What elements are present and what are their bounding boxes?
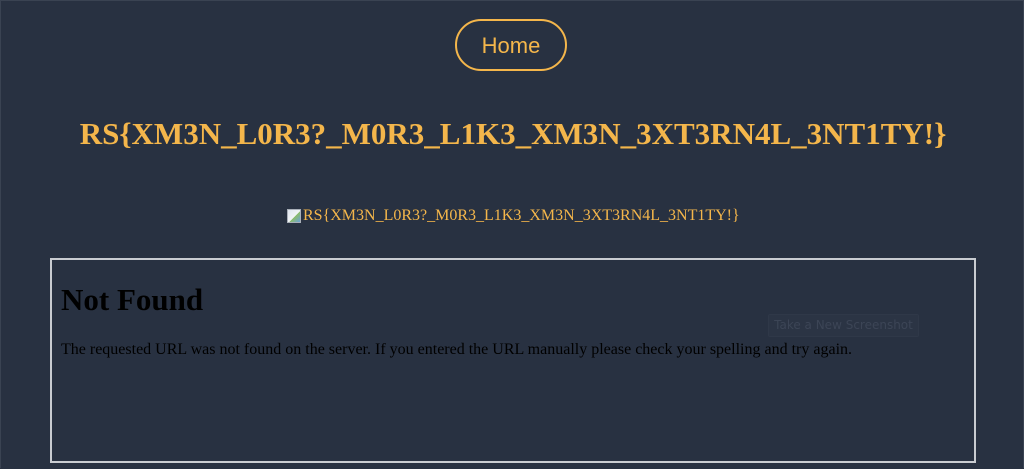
flag-title: RS{XM3N_L0R3?_M0R3_L1K3_XM3N_3XT3RN4L_3N…	[79, 116, 947, 151]
broken-image-icon	[287, 209, 301, 223]
page: Home RS{XM3N_L0R3?_M0R3_L1K3_XM3N_3XT3RN…	[0, 0, 1024, 468]
not-found-heading: Not Found	[61, 282, 204, 317]
image-alt-text: RS{XM3N_L0R3?_M0R3_L1K3_XM3N_3XT3RN4L_3N…	[303, 207, 740, 224]
not-found-message: The requested URL was not found on the s…	[61, 341, 853, 358]
embedded-frame[interactable]: Not Found The requested URL was not foun…	[50, 258, 976, 463]
broken-image: RS{XM3N_L0R3?_M0R3_L1K3_XM3N_3XT3RN4L_3N…	[287, 207, 740, 225]
take-screenshot-button[interactable]: Take a New Screenshot	[768, 314, 919, 337]
home-button[interactable]: Home	[455, 19, 567, 71]
